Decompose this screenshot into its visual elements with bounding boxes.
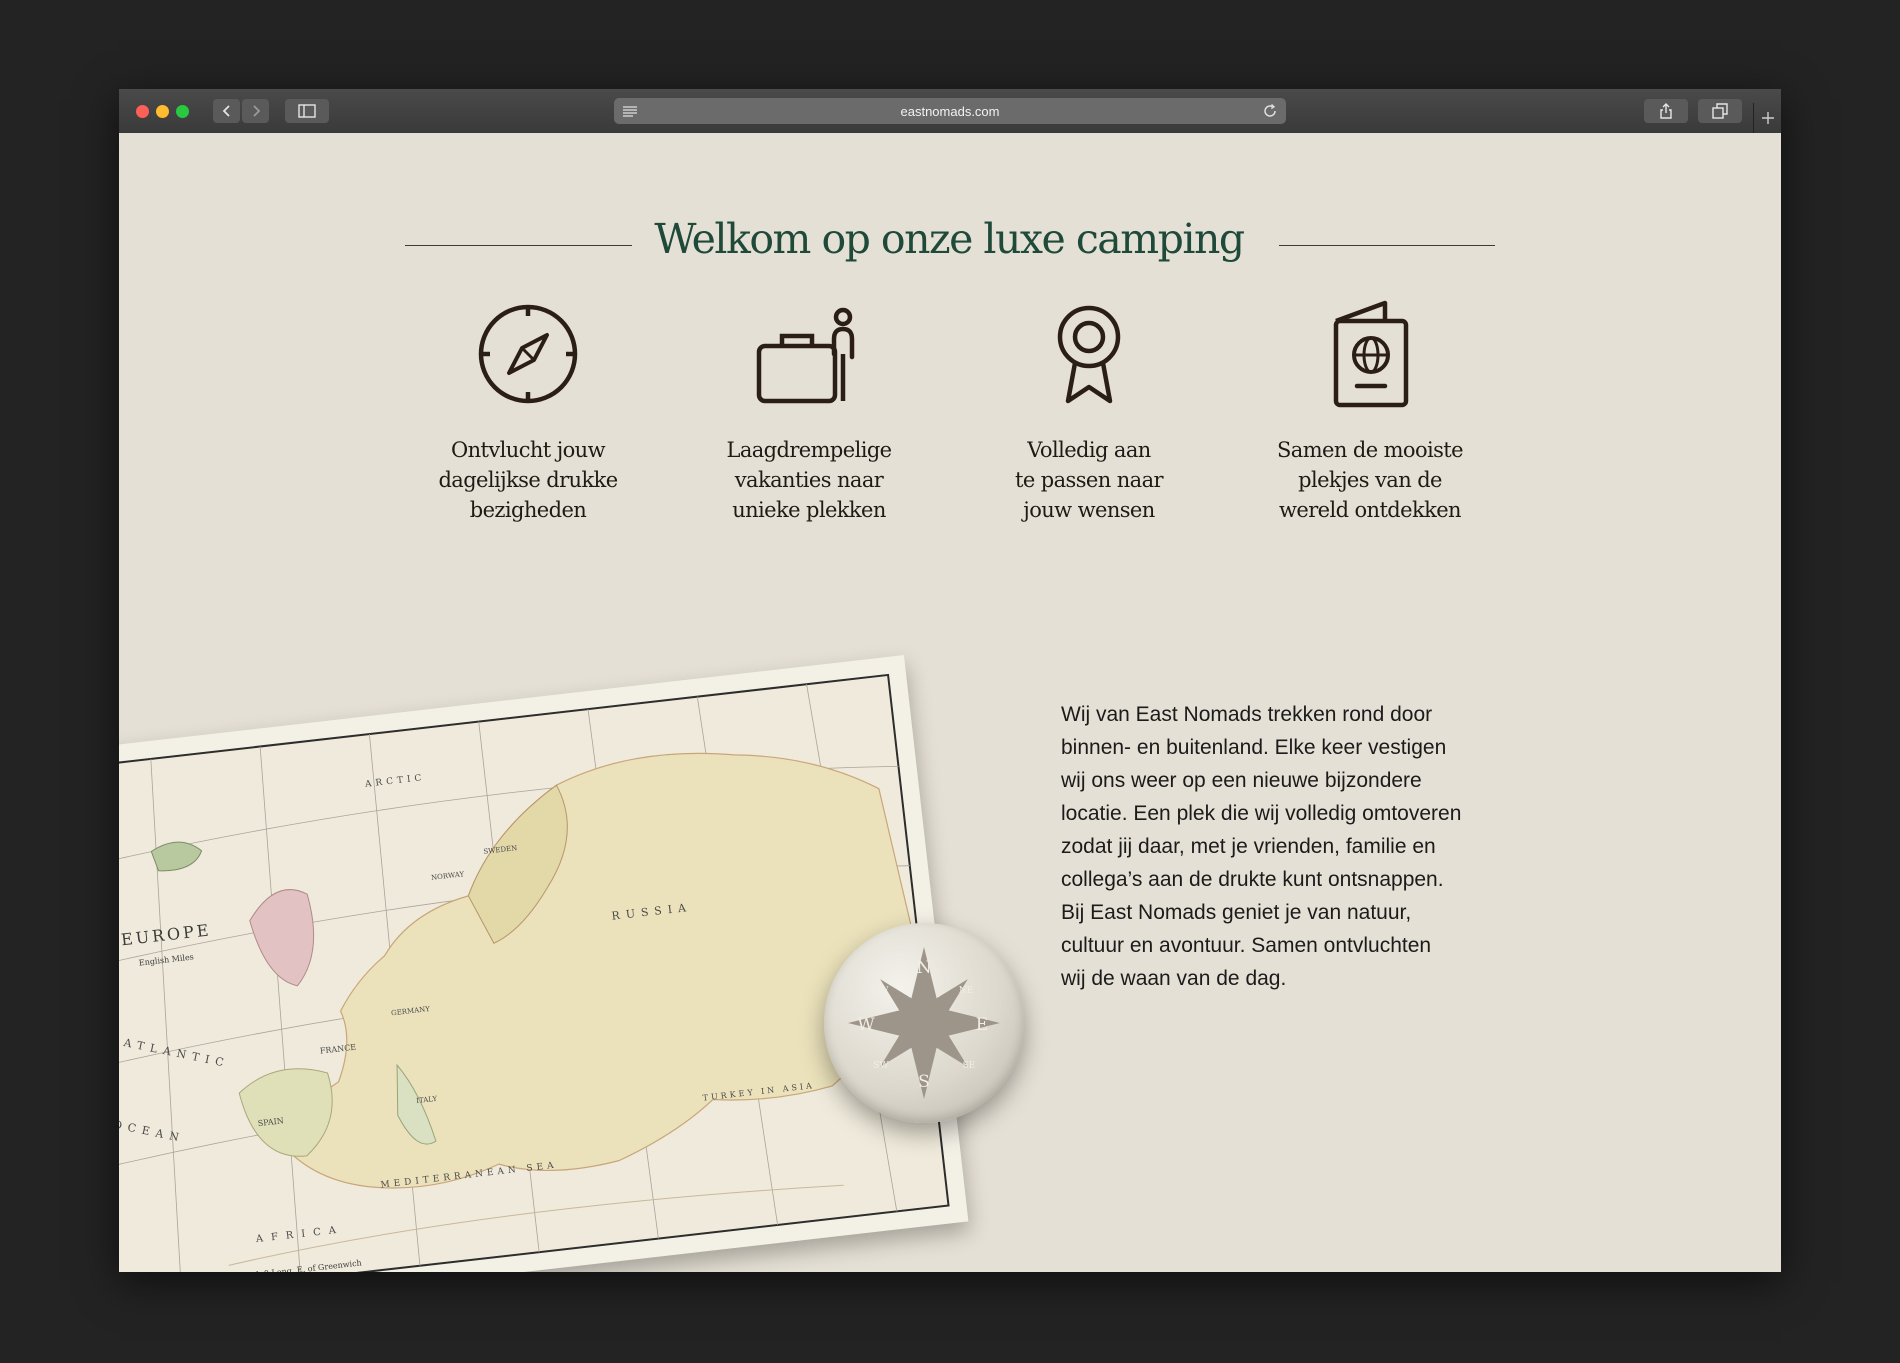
- share-icon: [1660, 103, 1672, 119]
- feature-label: Ontvlucht jouw dagelijkse drukke bezighe…: [438, 438, 618, 522]
- compass-n: N: [917, 958, 932, 978]
- compass-w: W: [857, 1015, 875, 1035]
- chevron-left-icon: [222, 105, 230, 117]
- address-bar[interactable]: eastnomads.com: [614, 98, 1286, 124]
- compass-s: S: [918, 1072, 930, 1092]
- url-text[interactable]: eastnomads.com: [614, 104, 1286, 119]
- browser-window: eastnomads.com Welkom op onze luxe campi…: [119, 89, 1781, 1272]
- feature-label: Samen de mooiste plekjes van de wereld o…: [1277, 438, 1464, 522]
- compass-icon: [478, 304, 578, 404]
- zoom-window-button[interactable]: [176, 105, 189, 118]
- page-title: Welkom op onze luxe camping: [654, 215, 1245, 263]
- title-rule-right: [1279, 245, 1495, 246]
- new-tab-button[interactable]: [1753, 103, 1781, 133]
- share-button[interactable]: [1644, 99, 1688, 123]
- feature-label: Laagdrempelige vakanties naar unieke ple…: [726, 438, 892, 522]
- forward-button[interactable]: [242, 99, 269, 123]
- plus-icon: [1762, 112, 1774, 124]
- award-rosette-icon: [1057, 305, 1121, 404]
- compass-rose-icon: N NE E SE S SW W NW: [848, 947, 1000, 1099]
- chevron-right-icon: [252, 105, 260, 117]
- compass-e: E: [976, 1015, 988, 1035]
- minimize-window-button[interactable]: [156, 105, 169, 118]
- compass-nw: NW: [871, 986, 889, 996]
- browser-toolbar: eastnomads.com: [119, 89, 1781, 134]
- compass-ne: NE: [959, 986, 973, 996]
- page-content: Welkom op onze luxe camping Ontvlucht jo…: [119, 133, 1781, 1272]
- intro-paragraph: Wij van East Nomads trekken rond door bi…: [1061, 703, 1462, 990]
- compass-badge: N NE E SE S SW W NW: [824, 923, 1024, 1123]
- sidebar-icon: [298, 104, 316, 118]
- sidebar-toggle-button[interactable]: [285, 99, 329, 123]
- feature-label: Volledig aan te passen naar jouw wensen: [1015, 438, 1163, 522]
- compass-sw: SW: [873, 1061, 889, 1071]
- close-window-button[interactable]: [136, 105, 149, 118]
- feature-accessible: Laagdrempelige vakanties naar unieke ple…: [689, 299, 929, 525]
- reload-icon[interactable]: [1262, 103, 1278, 119]
- feature-escape: Ontvlucht jouw dagelijkse drukke bezighe…: [408, 299, 648, 525]
- feature-customizable: Volledig aan te passen naar jouw wensen: [969, 299, 1209, 525]
- tabs-icon: [1712, 103, 1728, 119]
- feature-discover: Samen de mooiste plekjes van de wereld o…: [1250, 299, 1490, 525]
- back-button[interactable]: [213, 99, 240, 123]
- suitcase-traveler-icon: [756, 307, 855, 404]
- passport-icon: [1333, 300, 1409, 408]
- show-tabs-button[interactable]: [1698, 99, 1742, 123]
- compass-se: SE: [963, 1061, 976, 1071]
